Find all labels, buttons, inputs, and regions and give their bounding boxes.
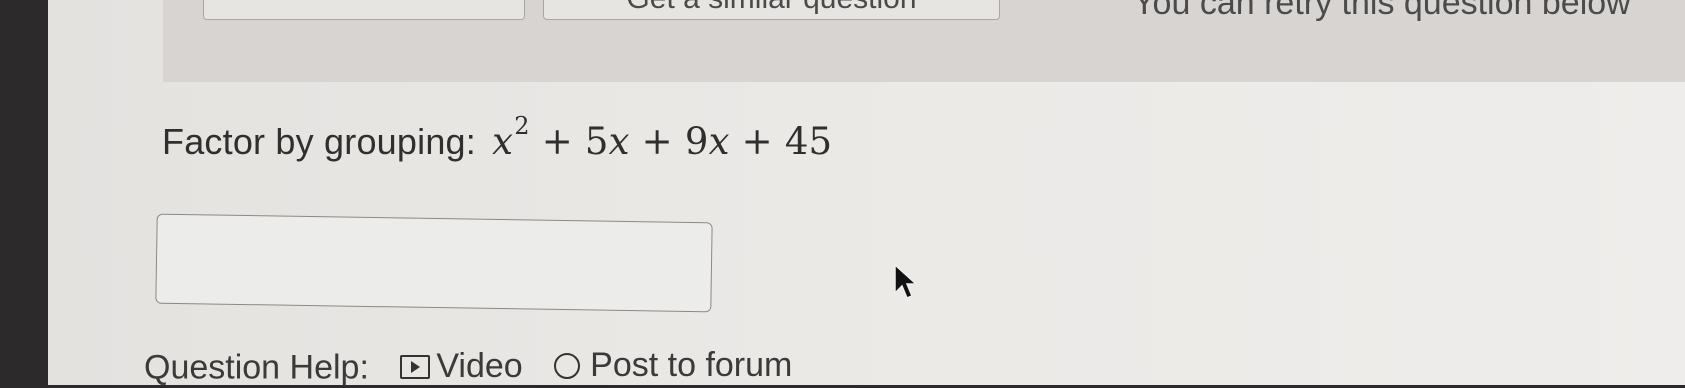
top-left-button[interactable] [203,0,525,20]
retry-message: You can retry this question below [1133,0,1631,22]
similar-question-button[interactable]: Get a similar question [543,0,1000,20]
webpage-screen: Get a similar question You can retry thi… [48,0,1685,388]
mouse-pointer-icon [894,263,918,299]
question-prompt: Factor by grouping: [162,121,476,162]
post-to-forum-link[interactable]: Post to forum [554,346,792,385]
video-link[interactable]: Video [400,347,523,386]
similar-question-label: Get a similar question [626,0,916,15]
question-help: Question Help: Video Post to forum [144,346,792,388]
answer-input[interactable] [155,213,713,313]
video-link-label: Video [436,347,523,385]
question-help-label: Question Help: [144,348,369,387]
question-text: Factor by grouping: x2 + 5x + 9x + 45 [162,112,832,163]
post-to-forum-label: Post to forum [590,346,793,384]
video-icon [400,354,431,379]
forum-icon [554,352,581,379]
math-expression: x2 + 5x + 9x + 45 [492,112,833,163]
